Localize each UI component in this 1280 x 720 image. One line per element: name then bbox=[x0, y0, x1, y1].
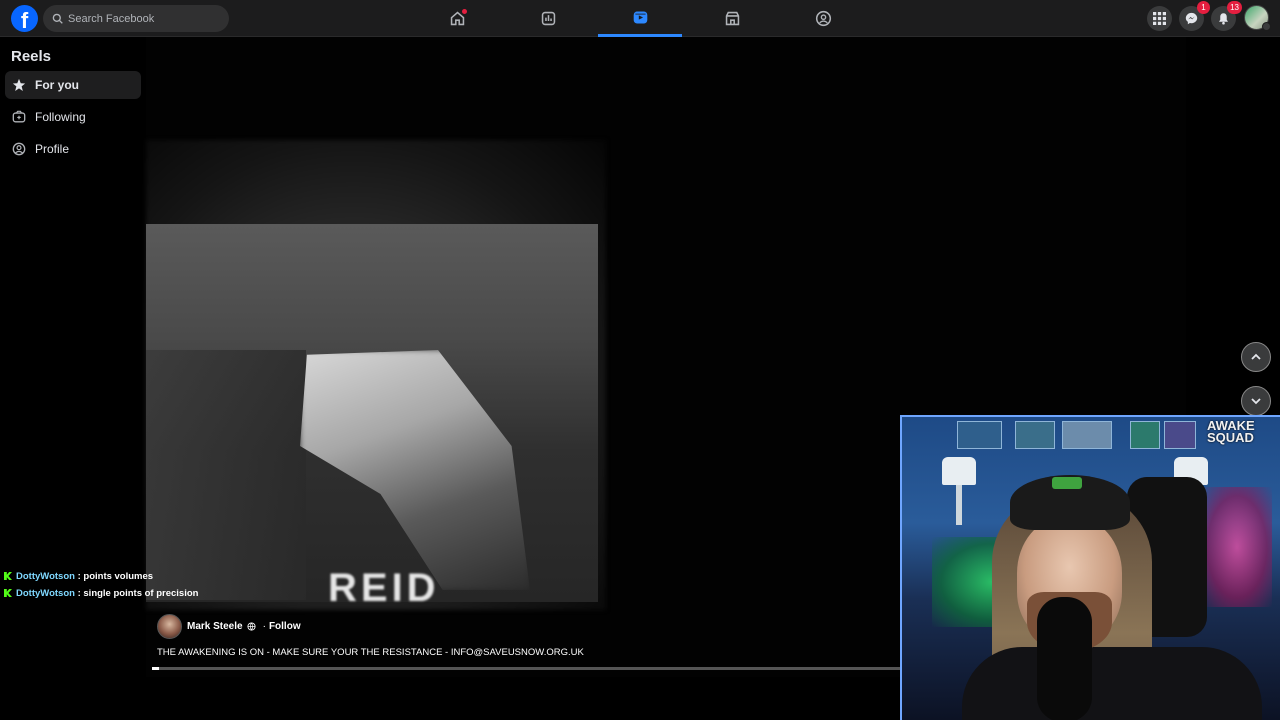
webcam-overlay: AWAKE SQUAD bbox=[900, 415, 1280, 720]
reels-icon bbox=[633, 11, 647, 23]
chat-username: DottyWotson bbox=[16, 571, 75, 582]
webcam-poster bbox=[1130, 421, 1160, 449]
webcam-poster bbox=[957, 421, 1002, 449]
webcam-sign: AWAKE SQUAD bbox=[1207, 418, 1255, 445]
chevron-down-icon bbox=[1251, 398, 1261, 405]
kick-icon bbox=[4, 589, 12, 597]
webcam-lamp-stand bbox=[956, 485, 962, 525]
facebook-logo[interactable]: f bbox=[11, 5, 38, 32]
reel-caption: THE AWAKENING IS ON - MAKE SURE YOUR THE… bbox=[157, 647, 584, 658]
star-icon bbox=[12, 78, 26, 91]
search-input[interactable] bbox=[68, 12, 218, 25]
video-overlay-text: REID bbox=[328, 566, 440, 605]
top-navigation-bar: f 1 13 bbox=[0, 0, 1280, 37]
webcam-poster bbox=[1015, 421, 1055, 449]
groups-icon bbox=[815, 10, 831, 27]
next-reel-button[interactable] bbox=[1241, 386, 1271, 416]
video-icon bbox=[541, 11, 555, 26]
search-box[interactable] bbox=[43, 5, 229, 32]
notifications-badge: 13 bbox=[1227, 1, 1242, 14]
sidebar-item-label: For you bbox=[35, 78, 79, 92]
follow-button[interactable]: Follow bbox=[269, 621, 301, 632]
chat-message: DottyWotson : single points of precision bbox=[4, 588, 198, 599]
bell-icon bbox=[1219, 13, 1228, 25]
sidebar-item-for-you[interactable]: For you bbox=[5, 71, 141, 99]
separator-dot: · bbox=[262, 621, 266, 632]
search-icon bbox=[52, 13, 63, 24]
home-notification-dot bbox=[462, 9, 467, 14]
webcam-person-shirt bbox=[962, 647, 1262, 720]
nav-marketplace[interactable] bbox=[690, 0, 774, 37]
marketplace-icon bbox=[725, 11, 739, 26]
reel-author: Mark Steele · Follow bbox=[157, 614, 301, 639]
sidebar-item-label: Following bbox=[35, 110, 86, 124]
messenger-button[interactable]: 1 bbox=[1179, 1, 1210, 31]
webcam-light bbox=[1202, 487, 1272, 607]
webcam-microphone bbox=[1037, 597, 1092, 720]
following-icon bbox=[12, 110, 26, 123]
menu-button[interactable] bbox=[1147, 6, 1172, 31]
notifications-button[interactable]: 13 bbox=[1211, 1, 1242, 31]
author-avatar[interactable] bbox=[157, 614, 182, 639]
nav-video[interactable] bbox=[506, 0, 590, 37]
profile-icon bbox=[12, 142, 26, 156]
sidebar-item-profile[interactable]: Profile bbox=[5, 135, 141, 163]
messenger-icon bbox=[1185, 12, 1198, 25]
globe-icon bbox=[247, 622, 256, 631]
grid-menu-icon bbox=[1153, 12, 1166, 25]
reels-sidebar: Reels For you Following Profile bbox=[0, 37, 146, 720]
account-chevron-icon[interactable] bbox=[1262, 22, 1271, 31]
chat-message: DottyWotson : points volumes bbox=[4, 571, 153, 582]
kick-icon bbox=[4, 572, 12, 580]
webcam-lamp bbox=[942, 457, 976, 485]
nav-groups[interactable] bbox=[781, 0, 865, 37]
chat-username: DottyWotson bbox=[16, 588, 75, 599]
chat-text: single points of precision bbox=[83, 588, 199, 599]
chat-text: points volumes bbox=[83, 571, 154, 582]
sidebar-item-following[interactable]: Following bbox=[5, 103, 141, 131]
webcam-poster bbox=[1164, 421, 1196, 449]
nav-reels[interactable] bbox=[598, 0, 682, 37]
video-progress-bar[interactable] bbox=[152, 667, 900, 670]
messenger-badge: 1 bbox=[1197, 1, 1210, 14]
video-frame-shadow bbox=[146, 350, 306, 600]
sidebar-item-label: Profile bbox=[35, 142, 70, 156]
video-progress-fill bbox=[152, 667, 160, 670]
webcam-cap-logo bbox=[1052, 477, 1082, 489]
sidebar-title: Reels bbox=[11, 48, 52, 65]
chevron-up-icon bbox=[1251, 353, 1261, 360]
nav-home[interactable] bbox=[415, 0, 499, 37]
webcam-poster bbox=[1062, 421, 1112, 449]
author-name[interactable]: Mark Steele bbox=[187, 621, 243, 632]
previous-reel-button[interactable] bbox=[1241, 342, 1271, 372]
